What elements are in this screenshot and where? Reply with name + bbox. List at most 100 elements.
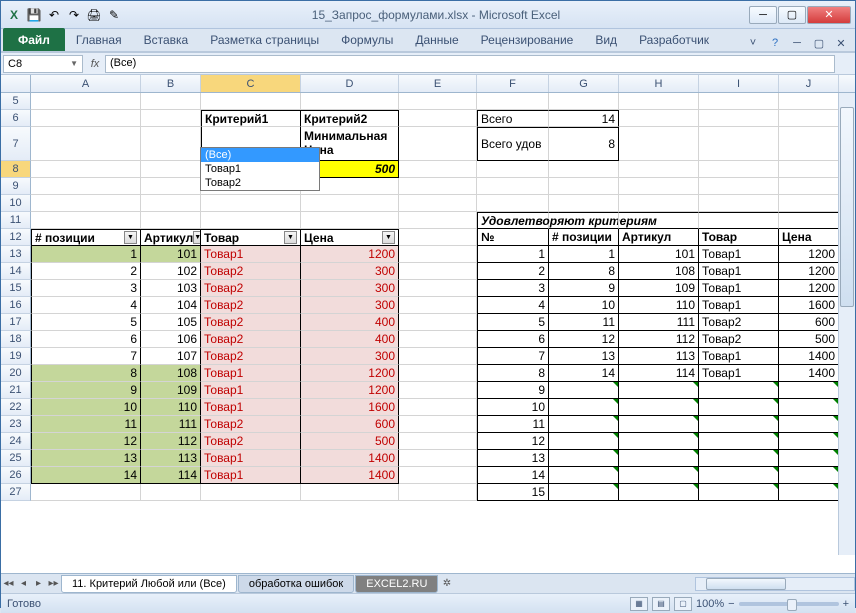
table-cell[interactable]: [619, 382, 699, 399]
sheet-tab-2[interactable]: обработка ошибок: [238, 575, 354, 593]
table-cell[interactable]: 3: [31, 280, 141, 297]
table-cell[interactable]: 300: [301, 297, 399, 314]
tab-review[interactable]: Рецензирование: [470, 28, 585, 51]
table-cell[interactable]: [549, 416, 619, 433]
table-cell[interactable]: 4: [31, 297, 141, 314]
table-cell[interactable]: 114: [141, 467, 201, 484]
row-24-head[interactable]: 24: [1, 433, 31, 450]
save-icon[interactable]: 💾: [25, 6, 43, 24]
row-16-head[interactable]: 16: [1, 297, 31, 314]
table-cell[interactable]: [549, 399, 619, 416]
table-cell[interactable]: [779, 382, 839, 399]
table-cell[interactable]: 1: [549, 246, 619, 263]
cell-F7[interactable]: Всего удов: [477, 127, 549, 161]
tab-home[interactable]: Главная: [65, 28, 133, 51]
table-cell[interactable]: 111: [619, 314, 699, 331]
table-cell[interactable]: Товар2: [699, 314, 779, 331]
cell-I27[interactable]: [699, 484, 779, 501]
namebox-dropdown-icon[interactable]: ▼: [70, 59, 78, 68]
col-F[interactable]: F: [477, 75, 549, 92]
table-cell[interactable]: Товар1: [699, 365, 779, 382]
table-cell[interactable]: 9: [477, 382, 549, 399]
row-23-head[interactable]: 23: [1, 416, 31, 433]
table-cell[interactable]: Товар2: [201, 348, 301, 365]
row-9-head[interactable]: 9: [1, 178, 31, 195]
table-cell[interactable]: 1200: [779, 263, 839, 280]
cell-G7[interactable]: 8: [549, 127, 619, 161]
table-cell[interactable]: [699, 433, 779, 450]
table-cell[interactable]: 4: [477, 297, 549, 314]
table-cell[interactable]: 13: [31, 450, 141, 467]
table-cell[interactable]: Товар1: [699, 263, 779, 280]
table-cell[interactable]: [779, 450, 839, 467]
undo-icon[interactable]: ↶: [45, 6, 63, 24]
table-cell[interactable]: [779, 467, 839, 484]
table-cell[interactable]: 5: [477, 314, 549, 331]
table-cell[interactable]: Товар2: [201, 416, 301, 433]
filter-B[interactable]: ▼: [193, 231, 201, 244]
fx-button[interactable]: fx: [85, 58, 105, 70]
worksheet-grid[interactable]: A B C D E F G H I J 5 6 Критерий1 Критер…: [1, 75, 855, 573]
table-cell[interactable]: 109: [141, 382, 201, 399]
cell-C12[interactable]: Товар▼: [201, 229, 301, 246]
formula-input[interactable]: (Все): [105, 55, 835, 73]
maximize-button[interactable]: ▢: [778, 6, 806, 24]
table-cell[interactable]: 1600: [301, 399, 399, 416]
table-cell[interactable]: 400: [301, 314, 399, 331]
table-cell[interactable]: 108: [619, 263, 699, 280]
table-cell[interactable]: 6: [31, 331, 141, 348]
col-I[interactable]: I: [699, 75, 779, 92]
table-cell[interactable]: [699, 416, 779, 433]
table-cell[interactable]: 111: [141, 416, 201, 433]
table-cell[interactable]: [619, 433, 699, 450]
table-cell[interactable]: Товар1: [699, 297, 779, 314]
table-cell[interactable]: 11: [31, 416, 141, 433]
table-cell[interactable]: 12: [549, 331, 619, 348]
close-button[interactable]: ✕: [807, 6, 851, 24]
table-cell[interactable]: 14: [477, 467, 549, 484]
view-normal-icon[interactable]: ▦: [630, 597, 648, 611]
col-D[interactable]: D: [301, 75, 399, 92]
table-cell[interactable]: Товар2: [699, 331, 779, 348]
table-cell[interactable]: 107: [141, 348, 201, 365]
hscroll-thumb[interactable]: [706, 578, 786, 590]
table-cell[interactable]: 600: [301, 416, 399, 433]
row-27-head[interactable]: 27: [1, 484, 31, 501]
row-13-head[interactable]: 13: [1, 246, 31, 263]
doc-restore-icon[interactable]: ▢: [811, 35, 827, 51]
filter-D[interactable]: ▼: [382, 231, 395, 244]
table-cell[interactable]: Товар1: [201, 467, 301, 484]
table-cell[interactable]: 2: [31, 263, 141, 280]
table-cell[interactable]: [549, 450, 619, 467]
table-cell[interactable]: Товар1: [201, 246, 301, 263]
table-cell[interactable]: 103: [141, 280, 201, 297]
table-cell[interactable]: 114: [619, 365, 699, 382]
table-cell[interactable]: 300: [301, 348, 399, 365]
table-cell[interactable]: 101: [141, 246, 201, 263]
row-12-head[interactable]: 12: [1, 229, 31, 246]
table-cell[interactable]: [699, 467, 779, 484]
tab-layout[interactable]: Разметка страницы: [199, 28, 330, 51]
help-icon[interactable]: ?: [767, 35, 783, 51]
row-14-head[interactable]: 14: [1, 263, 31, 280]
table-cell[interactable]: 500: [301, 433, 399, 450]
cell-J12[interactable]: Цена: [779, 229, 839, 246]
row-22-head[interactable]: 22: [1, 399, 31, 416]
col-H[interactable]: H: [619, 75, 699, 92]
table-cell[interactable]: [779, 433, 839, 450]
table-cell[interactable]: 102: [141, 263, 201, 280]
table-cell[interactable]: [699, 450, 779, 467]
table-cell[interactable]: [549, 467, 619, 484]
table-cell[interactable]: 1200: [301, 246, 399, 263]
table-cell[interactable]: 112: [141, 433, 201, 450]
table-cell[interactable]: Товар1: [201, 450, 301, 467]
table-cell[interactable]: 2: [477, 263, 549, 280]
doc-close-icon[interactable]: ✕: [833, 35, 849, 51]
table-cell[interactable]: 13: [549, 348, 619, 365]
col-B[interactable]: B: [141, 75, 201, 92]
table-cell[interactable]: 3: [477, 280, 549, 297]
row-7-head[interactable]: 7: [1, 127, 31, 161]
row-26-head[interactable]: 26: [1, 467, 31, 484]
tab-new-icon[interactable]: ✲: [439, 578, 454, 589]
table-cell[interactable]: 1200: [301, 382, 399, 399]
